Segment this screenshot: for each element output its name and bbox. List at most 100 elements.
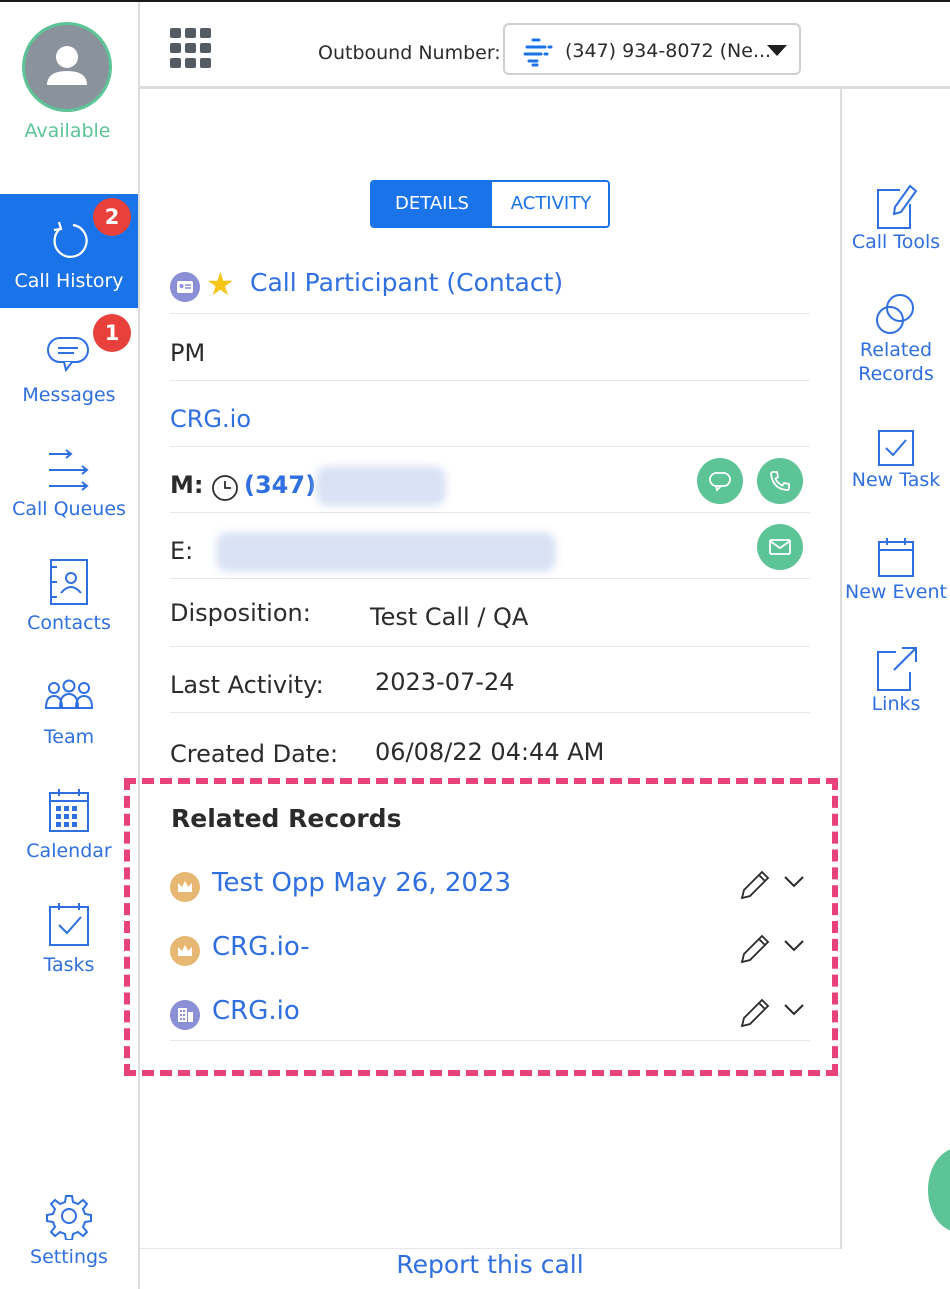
calendar-icon: [842, 526, 950, 580]
rail-label: Related: [859, 339, 933, 361]
arrows-queue-icon: [0, 440, 138, 496]
linked-circles-icon: [842, 284, 950, 338]
sidebar-item-label: Settings: [30, 1246, 108, 1268]
sidebar-item-label: Call History: [14, 270, 124, 292]
rail-related-records[interactable]: Related Records: [842, 284, 950, 386]
add-fab-button[interactable]: [928, 1148, 950, 1232]
edit-icon: [842, 176, 950, 230]
notification-badge: 1: [93, 314, 131, 352]
sidebar-item-call-queues[interactable]: Call Queues: [0, 422, 138, 536]
tab-activity[interactable]: ACTIVITY: [492, 182, 608, 226]
chevron-down-icon[interactable]: [782, 938, 806, 958]
contact-card-icon: [170, 272, 200, 302]
sidebar-item-label: Calendar: [26, 840, 112, 862]
sidebar-item-label: Call Queues: [12, 498, 126, 520]
notification-badge: 2: [93, 198, 131, 236]
tab-details[interactable]: DETAILS: [372, 182, 492, 226]
crown-icon: [170, 872, 200, 902]
pencil-icon[interactable]: [738, 868, 772, 906]
calendar-icon: [0, 782, 138, 838]
rail-links[interactable]: Links: [842, 638, 950, 716]
pencil-icon[interactable]: [738, 932, 772, 970]
participant-role: PM: [170, 339, 206, 367]
outbound-number-value: (347) 934-8072 (Ne...: [565, 40, 772, 62]
top-bar: Outbound Number: (347) 934-8072 (Ne...: [140, 2, 950, 88]
sidebar-item-calendar[interactable]: Calendar: [0, 764, 138, 878]
avatar[interactable]: [22, 22, 112, 112]
email-button[interactable]: [757, 524, 803, 570]
related-record-item[interactable]: Test Opp May 26, 2023: [170, 864, 810, 924]
sidebar-item-label: Messages: [22, 384, 116, 406]
external-link-icon: [842, 638, 950, 692]
contact-card-icon: [0, 554, 138, 610]
rail-new-task[interactable]: New Task: [842, 414, 950, 492]
dialpad-icon[interactable]: [170, 28, 212, 70]
created-date-label: Created Date:: [170, 740, 339, 768]
chevron-down-icon: [767, 45, 787, 56]
related-record-link[interactable]: CRG.io: [212, 996, 300, 1026]
mobile-number-link[interactable]: (347): [244, 471, 316, 499]
rail-label: New Task: [851, 469, 941, 491]
email-label: E:: [170, 537, 194, 565]
mobile-label: M:: [170, 471, 204, 499]
divider: [170, 512, 810, 513]
envelope-icon: [769, 539, 791, 555]
sidebar-item-label: Team: [43, 726, 95, 748]
sidebar-item-label: Tasks: [43, 954, 95, 976]
sidebar-item-team[interactable]: Team: [0, 650, 138, 764]
related-record-item[interactable]: CRG.io-: [170, 928, 810, 988]
divider: [170, 446, 810, 447]
related-record-link[interactable]: CRG.io-: [212, 932, 310, 962]
sidebar-item-label: Contacts: [27, 612, 111, 634]
sidebar-item-contacts[interactable]: Contacts: [0, 536, 138, 650]
rail-label: New Event: [845, 581, 947, 603]
related-record-link[interactable]: Test Opp May 26, 2023: [212, 868, 511, 898]
footer-divider: [140, 1248, 840, 1249]
left-sidebar: Available Call History 2 Messages 1 Call…: [0, 2, 138, 1289]
sms-button[interactable]: [697, 458, 743, 504]
divider: [170, 380, 810, 381]
chevron-down-icon[interactable]: [782, 1002, 806, 1022]
outbound-number-label: Outbound Number:: [318, 42, 501, 64]
sidebar-item-call-history[interactable]: Call History 2: [0, 194, 138, 308]
disposition-label: Disposition:: [170, 599, 311, 627]
user-icon: [47, 46, 87, 85]
tasks-icon: [0, 896, 138, 952]
related-record-item[interactable]: CRG.io: [170, 992, 810, 1041]
related-records-title: Related Records: [171, 804, 402, 833]
sidebar-item-tasks[interactable]: Tasks: [0, 878, 138, 992]
divider: [170, 313, 810, 314]
building-icon: [170, 1000, 200, 1030]
disposition-value: Test Call / QA: [370, 603, 529, 631]
rail-label: Records: [858, 363, 934, 385]
participant-title[interactable]: Call Participant (Contact): [250, 268, 563, 297]
rail-label: Links: [871, 693, 921, 715]
report-call-link[interactable]: Report this call: [140, 1250, 840, 1279]
status-label: Available: [24, 120, 111, 142]
outbound-number-select[interactable]: (347) 934-8072 (Ne...: [503, 23, 801, 75]
last-activity-value: 2023-07-24: [375, 668, 515, 696]
redacted-email: [216, 532, 556, 572]
divider: [170, 646, 810, 647]
details-tabs: DETAILS ACTIVITY: [370, 180, 610, 228]
chat-bubble-icon: [709, 472, 731, 492]
divider: [170, 712, 810, 713]
checkbox-icon: [842, 414, 950, 468]
rail-new-event[interactable]: New Event: [842, 526, 950, 604]
redacted-phone: [316, 466, 446, 506]
rail-call-tools[interactable]: Call Tools: [842, 176, 950, 254]
divider: [170, 578, 810, 579]
favorite-star-icon[interactable]: ★: [206, 266, 235, 302]
participant-company-link[interactable]: CRG.io: [170, 405, 251, 433]
sidebar-item-messages[interactable]: Messages 1: [0, 308, 138, 422]
sidebar-divider: [138, 2, 140, 1289]
sidebar-item-settings[interactable]: Settings: [0, 1170, 138, 1284]
topbar-divider: [140, 86, 950, 89]
call-button[interactable]: [757, 458, 803, 504]
team-icon: [0, 668, 138, 724]
rail-label: Call Tools: [851, 231, 941, 253]
crown-icon: [170, 936, 200, 966]
last-activity-label: Last Activity:: [170, 671, 324, 699]
pencil-icon[interactable]: [738, 996, 772, 1034]
chevron-down-icon[interactable]: [782, 874, 806, 894]
